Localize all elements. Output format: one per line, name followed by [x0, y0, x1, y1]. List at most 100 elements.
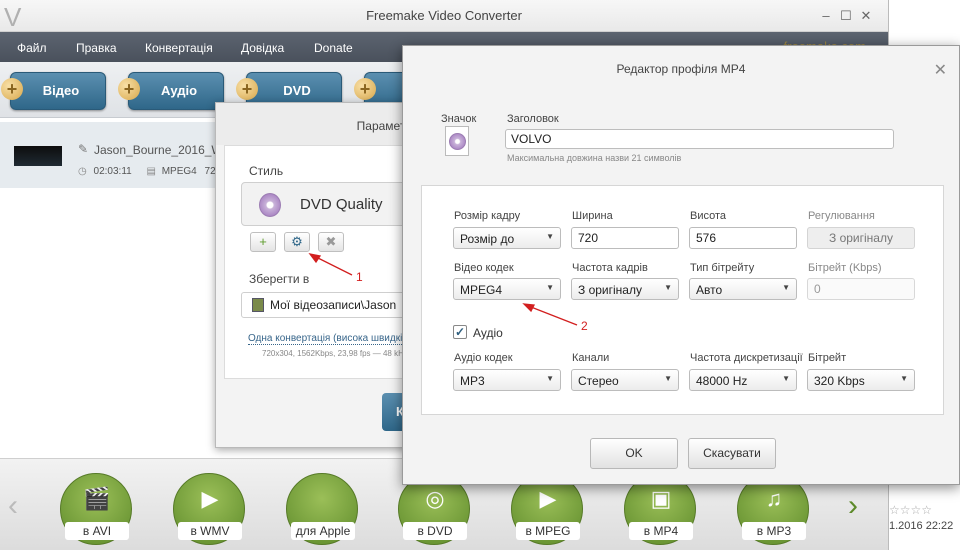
file-row[interactable]: ✎ Jason_Bourne_2016_W ◷ 02:03:11 ▤ MPEG4… — [0, 122, 223, 188]
file-duration: 02:03:11 — [93, 166, 132, 177]
disc-icon: ◎ — [425, 486, 445, 511]
apple-icon — [307, 484, 339, 514]
pencil-icon[interactable]: ✎ — [78, 142, 88, 156]
video-thumbnail — [14, 146, 62, 166]
plus-icon: + — [1, 78, 23, 100]
edit-preset-gear-icon[interactable]: ⚙ — [284, 232, 310, 252]
profile-title-input[interactable] — [505, 129, 894, 149]
title-bar: V Freemake Video Converter – ☐ ✕ — [0, 0, 888, 32]
film-icon: ▣ — [650, 486, 672, 511]
annotation-number-2: 2 — [581, 319, 588, 333]
channels-select[interactable]: Стерео ▼ — [571, 369, 679, 391]
ok-button[interactable]: OK — [590, 438, 678, 469]
window-title: Freemake Video Converter — [366, 8, 522, 23]
to-avi-button[interactable]: 🎬 в AVI — [60, 473, 132, 545]
to-apple-button[interactable]: для Apple — [286, 473, 358, 545]
channels-value: Стерео — [578, 374, 619, 388]
icon-label: Значок — [441, 113, 477, 125]
chevron-down-icon: ▼ — [546, 374, 554, 383]
audio-codec-label: Аудіо кодек — [454, 352, 513, 364]
menu-help[interactable]: Довідка — [241, 41, 284, 55]
height-input[interactable]: 576 — [689, 227, 797, 249]
bitrate-type-value: Авто — [696, 283, 723, 297]
to-wmv-button[interactable]: ▶ в WMV — [173, 473, 245, 545]
audio-bitrate-select[interactable]: 320 Kbps ▼ — [807, 369, 915, 391]
frame-size-select[interactable]: Розмір до ▼ — [453, 227, 561, 249]
chevron-down-icon: ▼ — [546, 283, 554, 292]
style-label: Стиль — [249, 164, 284, 178]
add-audio-button[interactable]: Аудіо — [128, 72, 224, 110]
frame-rate-label: Частота кадрів — [572, 262, 648, 274]
close-icon[interactable]: ✕ — [934, 60, 947, 80]
frame-size-value: Розмір до — [460, 232, 515, 246]
close-button[interactable]: ✕ — [858, 8, 874, 24]
frame-size-label: Розмір кадру — [454, 210, 521, 222]
menu-donate[interactable]: Donate — [314, 41, 353, 55]
audio-bitrate-label: Бітрейт — [808, 352, 847, 364]
film-icon: ▤ — [146, 166, 156, 177]
to-apple-label: для Apple — [291, 522, 355, 540]
clock-icon: ◷ — [78, 166, 87, 177]
maximize-button[interactable]: ☐ — [838, 8, 854, 24]
add-preset-button[interactable]: + — [250, 232, 276, 252]
clapperboard-icon: 🎬 — [83, 486, 111, 511]
bitrate-type-label: Тип бітрейту — [690, 262, 755, 274]
plus-icon: + — [236, 78, 258, 100]
sample-rate-label: Частота дискретизації — [690, 352, 803, 364]
plus-icon: + — [118, 78, 140, 100]
profile-editor-title: Редактор профіля MP4 — [616, 62, 746, 76]
width-label: Ширина — [572, 210, 613, 222]
disc-icon — [449, 133, 466, 150]
cancel-button[interactable]: Скасувати — [688, 438, 776, 469]
menu-edit[interactable]: Правка — [76, 41, 117, 55]
to-avi-label: в AVI — [65, 522, 129, 540]
to-dvd-label: в DVD — [403, 522, 467, 540]
profile-icon-picker[interactable] — [445, 126, 469, 156]
one-conversion-link[interactable]: Одна конвертація (висока швидкіст — [248, 333, 412, 345]
video-codec-select[interactable]: MPEG4 ▼ — [453, 278, 561, 300]
chevron-down-icon: ▼ — [782, 374, 790, 383]
dvd-disc-icon — [259, 193, 281, 217]
audio-codec-select[interactable]: MP3 ▼ — [453, 369, 561, 391]
prev-arrow-icon[interactable]: ‹ — [8, 489, 18, 523]
file-format: MPEG4 — [161, 166, 197, 177]
annotation-number-1: 1 — [356, 270, 363, 284]
save-to-label: Зберегти в — [249, 272, 310, 286]
audio-bitrate-value: 320 Kbps — [814, 374, 865, 388]
audio-checkbox-label: Аудіо — [473, 326, 503, 340]
channels-label: Канали — [572, 352, 610, 364]
bitrate-type-select[interactable]: Авто ▼ — [689, 278, 797, 300]
menu-convert[interactable]: Конвертація — [145, 41, 213, 55]
menu-file[interactable]: Файл — [17, 41, 47, 55]
style-selector[interactable]: DVD Quality — [241, 182, 416, 226]
to-mp3-label: в MP3 — [742, 522, 806, 540]
plus-icon: + — [354, 78, 376, 100]
one-conversion-meta: 720x304, 1562Kbps, 23,98 fps — 48 kHz, — [262, 349, 411, 358]
audio-checkbox[interactable]: ✓ — [453, 325, 467, 339]
next-arrow-icon[interactable]: › — [848, 489, 858, 523]
bitrate-label: Бітрейт (Kbps) — [808, 262, 882, 274]
frame-rate-value: З оригіналу — [578, 283, 642, 297]
to-wmv-label: в WMV — [178, 522, 242, 540]
title-hint: Максимальна довжина назви 21 символів — [507, 153, 682, 163]
adjust-label: Регулювання — [808, 210, 875, 222]
chevron-down-icon: ▼ — [664, 283, 672, 292]
chevron-down-icon: ▼ — [900, 374, 908, 383]
background-date: 1.2016 22:22 — [889, 520, 954, 532]
bitrate-input[interactable]: 0 — [807, 278, 915, 300]
minimize-button[interactable]: – — [818, 8, 834, 24]
save-path-field[interactable]: Мої відеозаписи\Jason — [241, 292, 416, 318]
add-video-button[interactable]: Відео — [10, 72, 106, 110]
delete-preset-button[interactable]: ✖ — [318, 232, 344, 252]
frame-rate-select[interactable]: З оригіналу ▼ — [571, 278, 679, 300]
video-codec-label: Відео кодек — [454, 262, 514, 274]
sample-rate-select[interactable]: 48000 Hz ▼ — [689, 369, 797, 391]
audio-codec-value: MP3 — [460, 374, 485, 388]
style-name: DVD Quality — [300, 196, 383, 213]
windows-play-icon: ▶ — [201, 486, 219, 511]
width-input[interactable]: 720 — [571, 227, 679, 249]
file-meta: ◷ 02:03:11 ▤ MPEG4 720 — [78, 166, 221, 177]
add-dvd-label: DVD — [283, 83, 311, 98]
from-original-button[interactable]: З оригіналу — [807, 227, 915, 249]
to-mp4-label: в MP4 — [629, 522, 693, 540]
